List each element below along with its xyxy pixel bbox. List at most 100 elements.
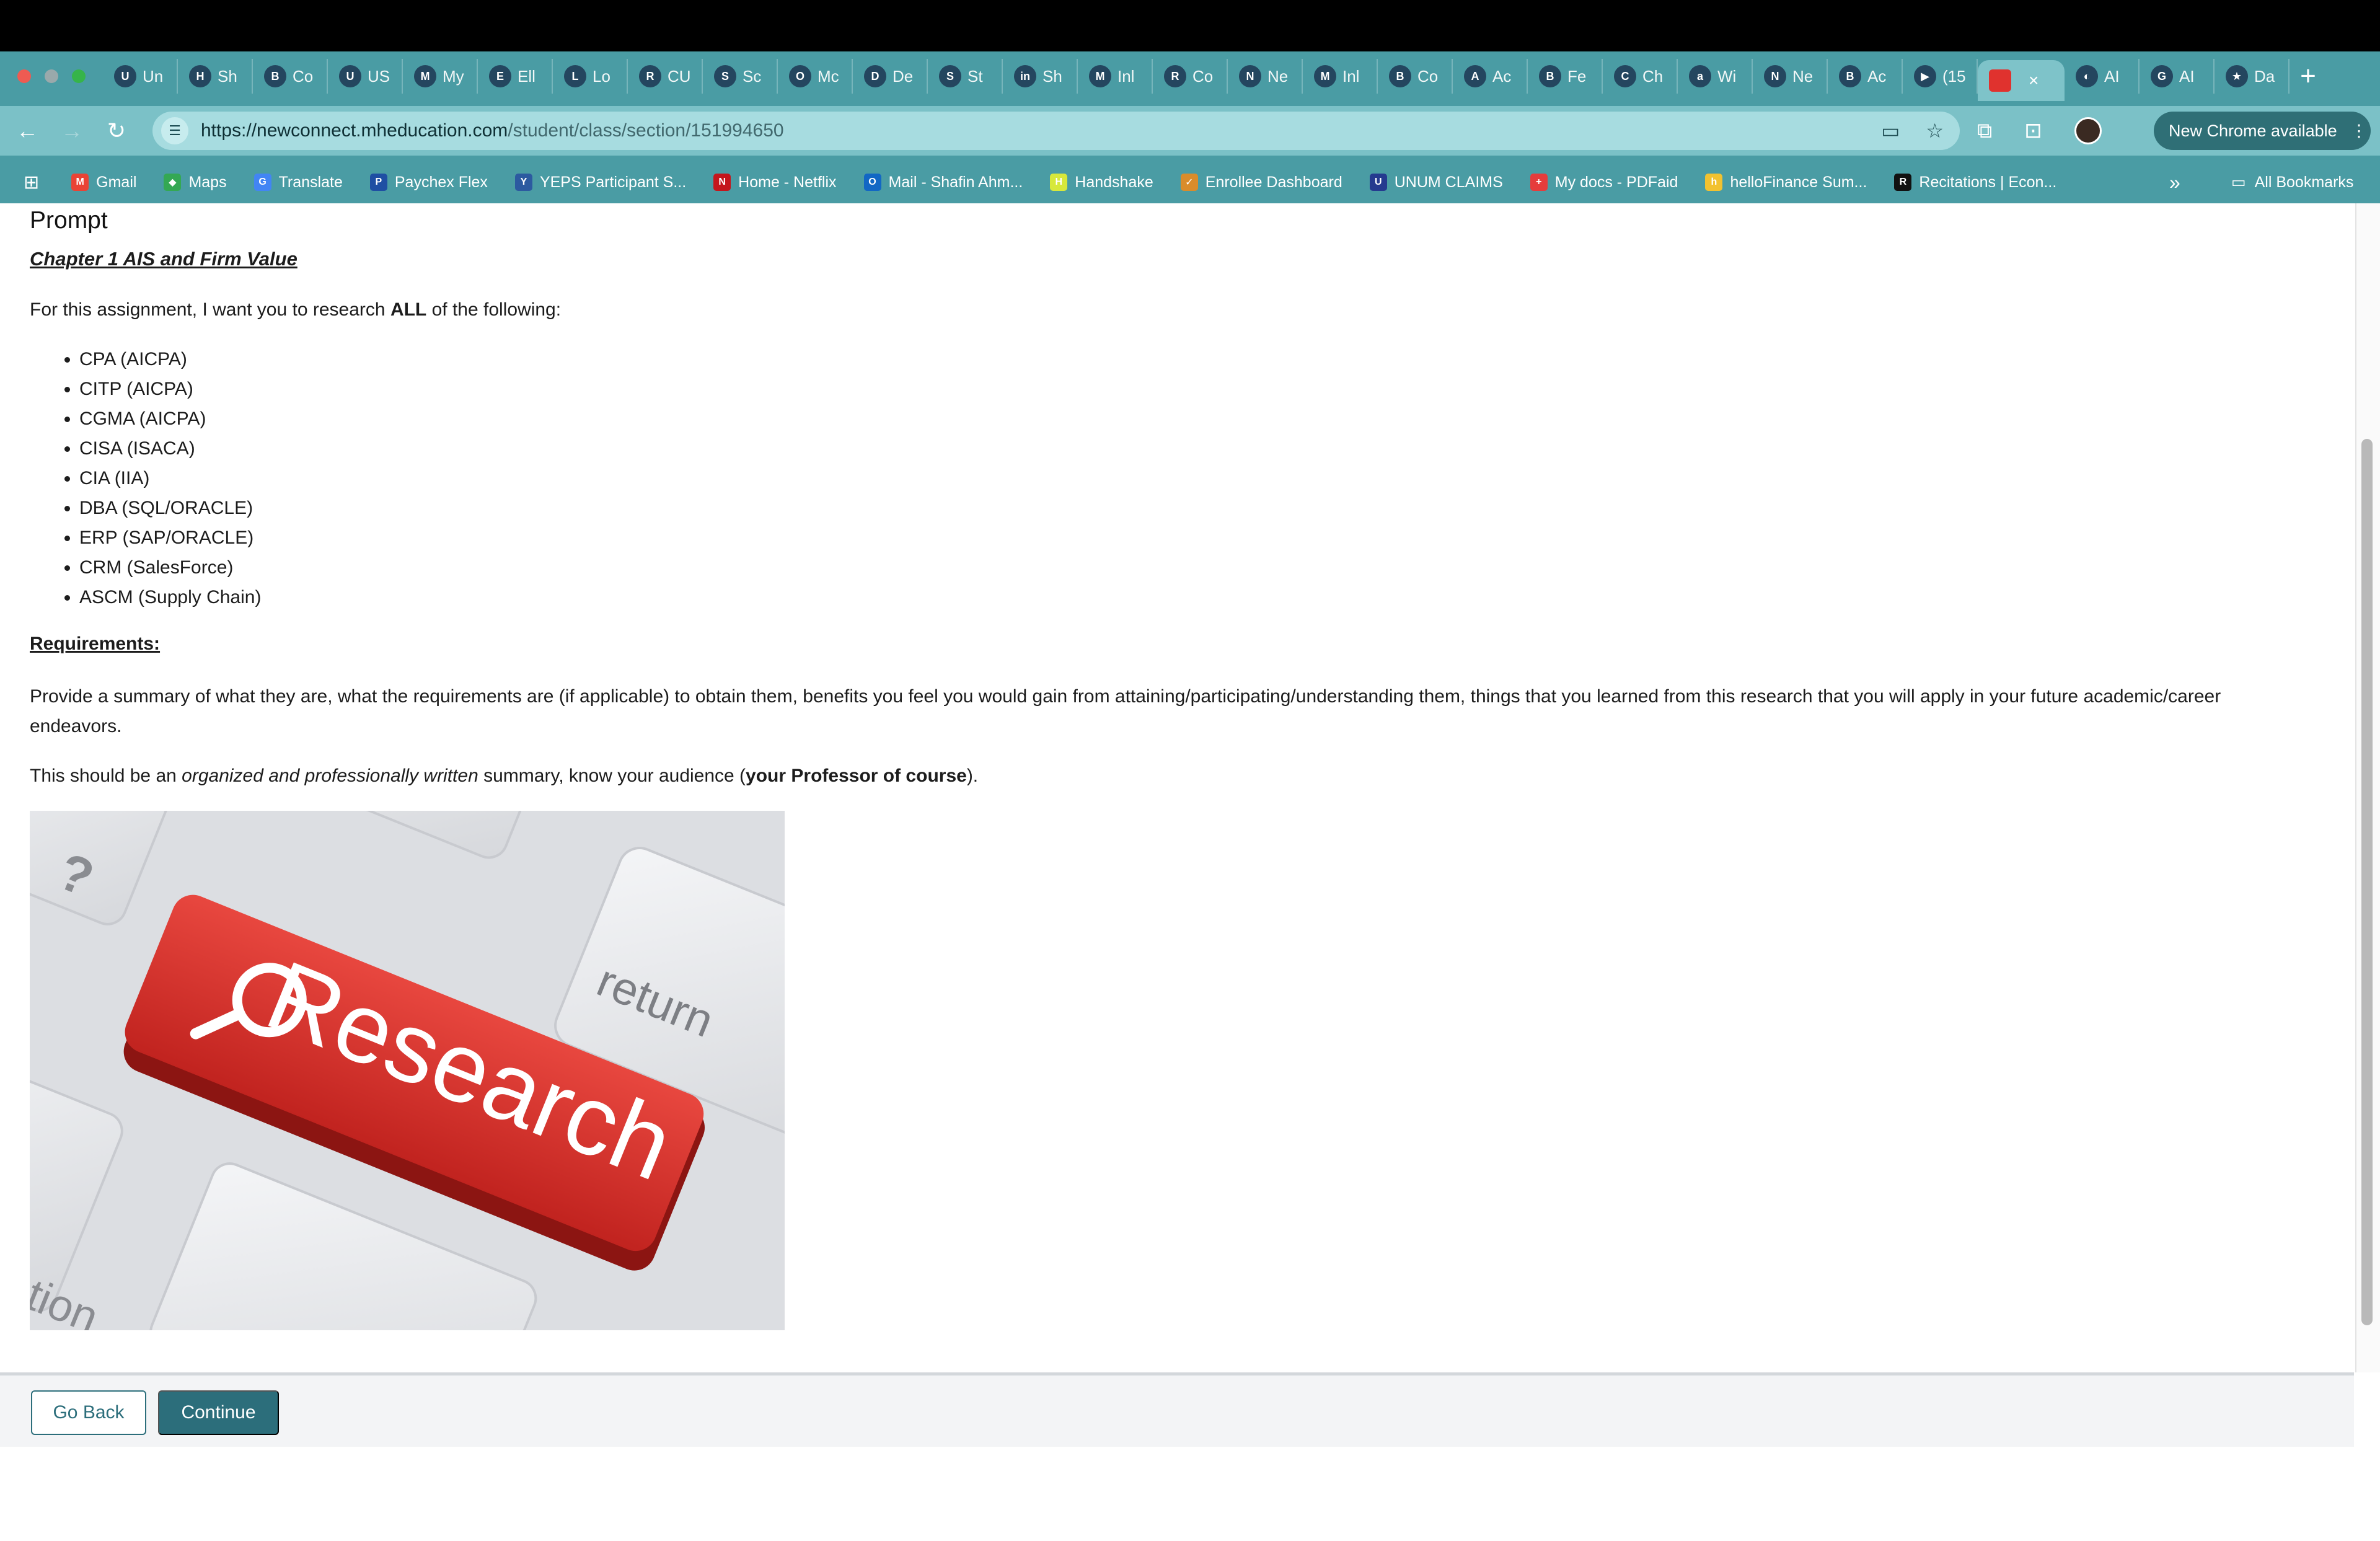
- browser-tab[interactable]: B Ac: [1828, 59, 1903, 94]
- bookmark-label: My docs - PDFaid: [1554, 173, 1678, 191]
- bookmark-item[interactable]: N Home - Netflix: [713, 173, 837, 192]
- bookmark-item[interactable]: O Mail - Shafin Ahm...: [863, 174, 1023, 192]
- browser-tab[interactable]: G AI: [2140, 59, 2215, 94]
- browser-tab[interactable]: H Sh: [178, 59, 253, 94]
- browser-tab[interactable]: N Ne: [1753, 59, 1828, 94]
- page-title: Prompt: [30, 207, 108, 234]
- cast-search-icon[interactable]: ⊡: [2024, 118, 2042, 143]
- apps-grid-icon[interactable]: ⊞: [24, 172, 39, 193]
- bookmark-item[interactable]: P Paychex Flex: [369, 174, 488, 192]
- maximize-window-button[interactable]: [72, 69, 86, 83]
- browser-tab[interactable]: a Wi: [1678, 59, 1753, 94]
- tab-favicon-icon: S: [939, 65, 961, 87]
- update-chrome-button[interactable]: New Chrome available ⋮: [2154, 112, 2371, 150]
- site-info-icon[interactable]: ☰: [161, 117, 188, 144]
- tab-title: (15: [1942, 66, 1966, 86]
- page-scrollbar[interactable]: [2355, 203, 2380, 1372]
- browser-tab[interactable]: ◐ AI: [2065, 59, 2140, 94]
- profile-avatar[interactable]: [2074, 117, 2102, 144]
- tab-title: Ac: [1492, 66, 1512, 86]
- tab-favicon-icon: ▶: [1914, 65, 1936, 87]
- browser-tab[interactable]: U US: [328, 59, 403, 94]
- window-controls: [17, 69, 86, 83]
- url-text: https://newconnect.mheducation.com/stude…: [201, 120, 784, 141]
- folder-icon: ▭: [2231, 174, 2246, 191]
- tab-title: My: [443, 66, 464, 86]
- browser-tab[interactable]: E Ell: [478, 59, 553, 94]
- browser-tab[interactable]: N Ne: [1228, 59, 1303, 94]
- tab-strip: U Un H Sh B Co U US M My E Ell L Lo R CU S Sc O Mc D De S St in S…: [0, 51, 2380, 101]
- browser-tab[interactable]: B Co: [1378, 59, 1453, 94]
- browser-tab[interactable]: A Ac: [1453, 59, 1528, 94]
- bookmark-item[interactable]: H Handshake: [1050, 174, 1153, 192]
- browser-tab[interactable]: B Co: [253, 59, 328, 94]
- address-bar[interactable]: ☰ https://newconnect.mheducation.com/stu…: [152, 112, 1960, 150]
- browser-tab[interactable]: S St: [928, 59, 1003, 94]
- tab-title: AI: [2179, 66, 2195, 86]
- browser-tab[interactable]: U Un: [103, 59, 178, 94]
- continue-button[interactable]: Continue: [158, 1390, 279, 1435]
- tab-title: Inl: [1117, 66, 1135, 86]
- active-browser-tab[interactable]: ×: [1978, 60, 2065, 101]
- certification-item: CISA (ISACA): [79, 434, 261, 464]
- bookmark-item[interactable]: M Gmail: [71, 174, 136, 192]
- browser-tab[interactable]: M Inl: [1078, 59, 1153, 94]
- certification-item: ERP (SAP/ORACLE): [79, 523, 261, 553]
- forward-arrow-icon[interactable]: →: [50, 118, 94, 144]
- more-bookmarks-icon[interactable]: »: [2169, 171, 2180, 194]
- tab-favicon-icon: ◐: [2076, 65, 2098, 87]
- tab-favicon-icon: D: [864, 65, 886, 87]
- new-tab-button[interactable]: +: [2290, 61, 2327, 92]
- bookmark-favicon-icon: ◆: [164, 174, 182, 191]
- scrollbar-thumb[interactable]: [2361, 439, 2373, 1325]
- bookmark-favicon-icon: O: [863, 174, 881, 191]
- bookmark-item[interactable]: G Translate: [253, 173, 343, 192]
- tab-favicon-icon: E: [489, 65, 511, 87]
- browser-tab[interactable]: M Inl: [1303, 59, 1378, 94]
- browser-tab[interactable]: R Co: [1153, 59, 1228, 94]
- browser-tab[interactable]: in Sh: [1003, 59, 1078, 94]
- browser-tab[interactable]: M My: [403, 59, 478, 94]
- browser-tab[interactable]: L Lo: [553, 59, 628, 94]
- browser-tab[interactable]: ★ Da: [2215, 59, 2290, 94]
- browser-tab[interactable]: S Sc: [703, 59, 778, 94]
- bookmark-label: YEPS Participant S...: [539, 173, 687, 191]
- browser-tab[interactable]: R CU: [628, 59, 703, 94]
- browser-tab[interactable]: O Mc: [778, 59, 853, 94]
- requirements-paragraph: Provide a summary of what they are, what…: [30, 686, 2221, 736]
- tab-title: Co: [293, 66, 314, 86]
- install-app-icon[interactable]: ▭: [1881, 119, 1900, 143]
- browser-tab[interactable]: B Fe: [1528, 59, 1603, 94]
- browser-tab[interactable]: ▶ (15: [1903, 59, 1978, 94]
- tab-favicon-icon: a: [1689, 65, 1711, 87]
- assignment-content: Prompt Chapter 1 AIS and Firm Value For …: [0, 203, 2354, 1372]
- browser-tab[interactable]: D De: [853, 59, 928, 94]
- all-bookmarks-button[interactable]: ▭ All Bookmarks: [2231, 173, 2353, 192]
- browser-tab[interactable]: C Ch: [1603, 59, 1678, 94]
- bookmark-item[interactable]: R Recitations | Econ...: [1894, 174, 2056, 192]
- bookmark-label: Home - Netflix: [738, 173, 837, 191]
- bookmark-item[interactable]: ✓ Enrollee Dashboard: [1180, 174, 1342, 192]
- bookmark-item[interactable]: ◆ Maps: [164, 173, 227, 192]
- bookmark-item[interactable]: U UNUM CLAIMS: [1369, 174, 1503, 192]
- bookmark-star-icon[interactable]: ☆: [1926, 119, 1944, 143]
- bookmark-item[interactable]: Y YEPS Participant S...: [514, 173, 687, 192]
- bookmark-label: Maps: [188, 173, 227, 191]
- back-arrow-icon[interactable]: ←: [5, 118, 50, 144]
- close-window-button[interactable]: [17, 69, 31, 83]
- close-tab-icon[interactable]: ×: [2029, 71, 2038, 91]
- certification-item: DBA (SQL/ORACLE): [79, 493, 261, 523]
- go-back-button[interactable]: Go Back: [31, 1390, 146, 1435]
- bookmark-label: Translate: [278, 173, 343, 191]
- extensions-icon[interactable]: ⧉: [1977, 119, 1992, 143]
- tab-title: Wi: [1717, 66, 1737, 86]
- tab-favicon-icon: A: [1464, 65, 1486, 87]
- bookmark-item[interactable]: + My docs - PDFaid: [1530, 174, 1678, 192]
- more-menu-icon[interactable]: ⋮: [2351, 121, 2368, 141]
- tab-favicon-icon: L: [564, 65, 586, 87]
- reload-icon[interactable]: ↻: [94, 118, 139, 144]
- bookmark-item[interactable]: h helloFinance Sum...: [1705, 174, 1867, 192]
- certification-item: CPA (AICPA): [79, 345, 261, 374]
- minimize-window-button[interactable]: [45, 69, 58, 83]
- tab-title: Ne: [1792, 66, 1814, 86]
